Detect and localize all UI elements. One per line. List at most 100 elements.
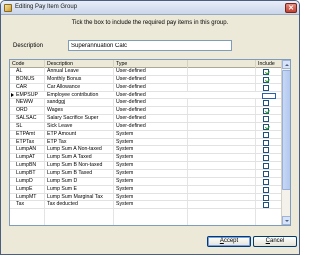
accept-button[interactable]: Accept bbox=[207, 236, 251, 247]
table-row[interactable]: Tax Tax deducted System bbox=[10, 201, 282, 210]
instruction-text: Tick the box to include the required pay… bbox=[71, 20, 229, 26]
cell-type: System bbox=[116, 201, 134, 208]
include-checkbox[interactable] bbox=[263, 108, 269, 115]
include-checkbox[interactable] bbox=[263, 147, 269, 154]
table-row[interactable]: LumpAT Lump Sum A Taxed System bbox=[10, 154, 282, 163]
scroll-thumb[interactable] bbox=[282, 70, 290, 190]
cell-description: ETP Tax bbox=[47, 138, 67, 145]
table-row[interactable]: LumpBN Lump Sum B Non-taxed System bbox=[10, 162, 282, 170]
column-header-description[interactable]: Description bbox=[45, 60, 114, 68]
cell-type: User-defined bbox=[116, 99, 146, 106]
cell-code: ETPAmt bbox=[16, 130, 35, 137]
table-row[interactable]: BONUS Monthly Bonus User-defined bbox=[10, 76, 282, 84]
cell-description: ETP Amount bbox=[47, 130, 77, 137]
dialog-window: Editing Pay Item Group ✕ Tick the box to… bbox=[0, 0, 300, 255]
cell-code: LumpD bbox=[16, 177, 33, 184]
table-row[interactable]: LumpAN Lump Sum A Non-taxed System bbox=[10, 146, 282, 155]
cancel-label: ancel bbox=[270, 238, 285, 244]
cell-description: Lump Sum B Taxed bbox=[47, 169, 93, 176]
cell-description: Employee contribution bbox=[47, 91, 99, 98]
cell-code: CAR bbox=[16, 83, 27, 90]
pay-items-grid: Code Description Type Include AL Annual L… bbox=[9, 59, 291, 226]
scroll-down-arrow-icon[interactable] bbox=[282, 216, 290, 225]
cell-description: Lump Sum B Non-taxed bbox=[47, 162, 103, 169]
cell-type: System bbox=[116, 169, 134, 176]
column-header-code[interactable]: Code bbox=[10, 60, 45, 68]
table-row[interactable]: NEWW sandggj User-defined bbox=[10, 99, 282, 108]
table-row[interactable]: EMPSUP Employee contribution User-defined bbox=[10, 91, 282, 100]
cell-description: Wages bbox=[47, 107, 63, 114]
cell-type: System bbox=[116, 177, 134, 184]
cell-description: Sick Leave bbox=[47, 122, 73, 129]
include-checkbox[interactable] bbox=[263, 69, 269, 75]
include-checkbox[interactable] bbox=[263, 202, 269, 209]
cell-type: System bbox=[116, 193, 134, 200]
include-checkbox[interactable] bbox=[263, 178, 269, 185]
description-input[interactable] bbox=[68, 40, 232, 51]
include-checkbox[interactable] bbox=[263, 155, 269, 162]
table-row[interactable]: LumpMT Lump Sum Marginal Tax System bbox=[10, 194, 282, 202]
include-checkbox[interactable] bbox=[263, 123, 269, 130]
cell-code: LumpE bbox=[16, 185, 33, 192]
cell-type: User-defined bbox=[116, 83, 146, 90]
include-checkbox[interactable] bbox=[263, 170, 269, 177]
cell-description: Lump Sum A Non-taxed bbox=[47, 146, 102, 153]
cancel-button[interactable]: Cancel bbox=[253, 236, 297, 247]
include-checkbox[interactable] bbox=[263, 76, 269, 83]
table-row[interactable]: ETPTax ETP Tax System bbox=[10, 139, 282, 147]
include-checkbox[interactable] bbox=[263, 131, 269, 138]
cell-description: Salary Sacrifice Super bbox=[47, 115, 99, 122]
cell-code: AL bbox=[16, 68, 23, 74]
cell-code: LumpAT bbox=[16, 154, 36, 161]
table-row[interactable]: CAR Car Allowance User-defined bbox=[10, 84, 282, 92]
close-button[interactable]: ✕ bbox=[285, 3, 297, 13]
cell-code: ORD bbox=[16, 107, 28, 114]
table-row[interactable]: LumpBT Lump Sum B Taxed System bbox=[10, 170, 282, 178]
include-checkbox[interactable] bbox=[263, 186, 269, 193]
table-row[interactable]: SALSAC Salary Sacrifice Super User-defined bbox=[10, 115, 282, 123]
cell-description: Lump Sum Marginal Tax bbox=[47, 193, 103, 200]
dialog-body: Tick the box to include the required pay… bbox=[1, 16, 299, 254]
table-row[interactable]: ETPAmt ETP Amount System bbox=[10, 131, 282, 139]
table-row[interactable]: LumpD Lump Sum D System bbox=[10, 178, 282, 186]
include-checkbox[interactable] bbox=[262, 92, 276, 99]
cell-description: Lump Sum A Taxed bbox=[47, 154, 92, 161]
table-row[interactable]: LumpE Lump Sum E System bbox=[10, 186, 282, 194]
include-checkbox[interactable] bbox=[263, 100, 269, 107]
table-row[interactable]: AL Annual Leave User-defined bbox=[10, 68, 282, 76]
column-header-type[interactable]: Type bbox=[114, 60, 188, 68]
cell-type: System bbox=[116, 185, 134, 192]
table-row[interactable]: SL Sick Leave User-defined bbox=[10, 123, 282, 131]
table-row[interactable]: ORD Wages User-defined bbox=[10, 107, 282, 116]
cell-type: User-defined bbox=[116, 91, 146, 98]
cell-description: Lump Sum E bbox=[47, 185, 77, 192]
include-checkbox[interactable] bbox=[263, 139, 269, 146]
cell-code: LumpMT bbox=[16, 193, 37, 200]
cell-code: NEWW bbox=[16, 99, 33, 106]
cell-code: BONUS bbox=[16, 75, 35, 82]
cell-description: Lump Sum D bbox=[47, 177, 78, 184]
cell-type: User-defined bbox=[116, 122, 146, 129]
include-checkbox[interactable] bbox=[263, 84, 269, 91]
vertical-scrollbar[interactable] bbox=[281, 60, 290, 225]
include-checkbox[interactable] bbox=[263, 194, 269, 201]
cell-code: LumpBT bbox=[16, 169, 36, 176]
cell-code: EMPSUP bbox=[16, 91, 38, 98]
include-checkbox[interactable] bbox=[263, 163, 269, 170]
grid-header: Code Description Type Include bbox=[10, 60, 282, 68]
cell-type: System bbox=[116, 138, 134, 145]
column-header-include[interactable]: Include bbox=[256, 60, 282, 68]
grid-rows: AL Annual Leave User-defined BONUS Monthly B… bbox=[10, 68, 282, 210]
cell-description: Tax deducted bbox=[47, 201, 78, 208]
cell-type: System bbox=[116, 154, 134, 161]
scroll-up-arrow-icon[interactable] bbox=[282, 60, 290, 69]
cell-description: Car Allowance bbox=[47, 83, 81, 90]
include-checkbox[interactable] bbox=[263, 116, 269, 123]
cell-code: Tax bbox=[16, 201, 25, 208]
title-bar[interactable]: Editing Pay Item Group ✕ bbox=[1, 1, 299, 15]
cell-type: User-defined bbox=[116, 107, 146, 114]
app-icon bbox=[4, 4, 12, 12]
cell-type: User-defined bbox=[116, 75, 146, 82]
cell-description: Monthly Bonus bbox=[47, 75, 82, 82]
cell-description: sandggj bbox=[47, 99, 66, 106]
